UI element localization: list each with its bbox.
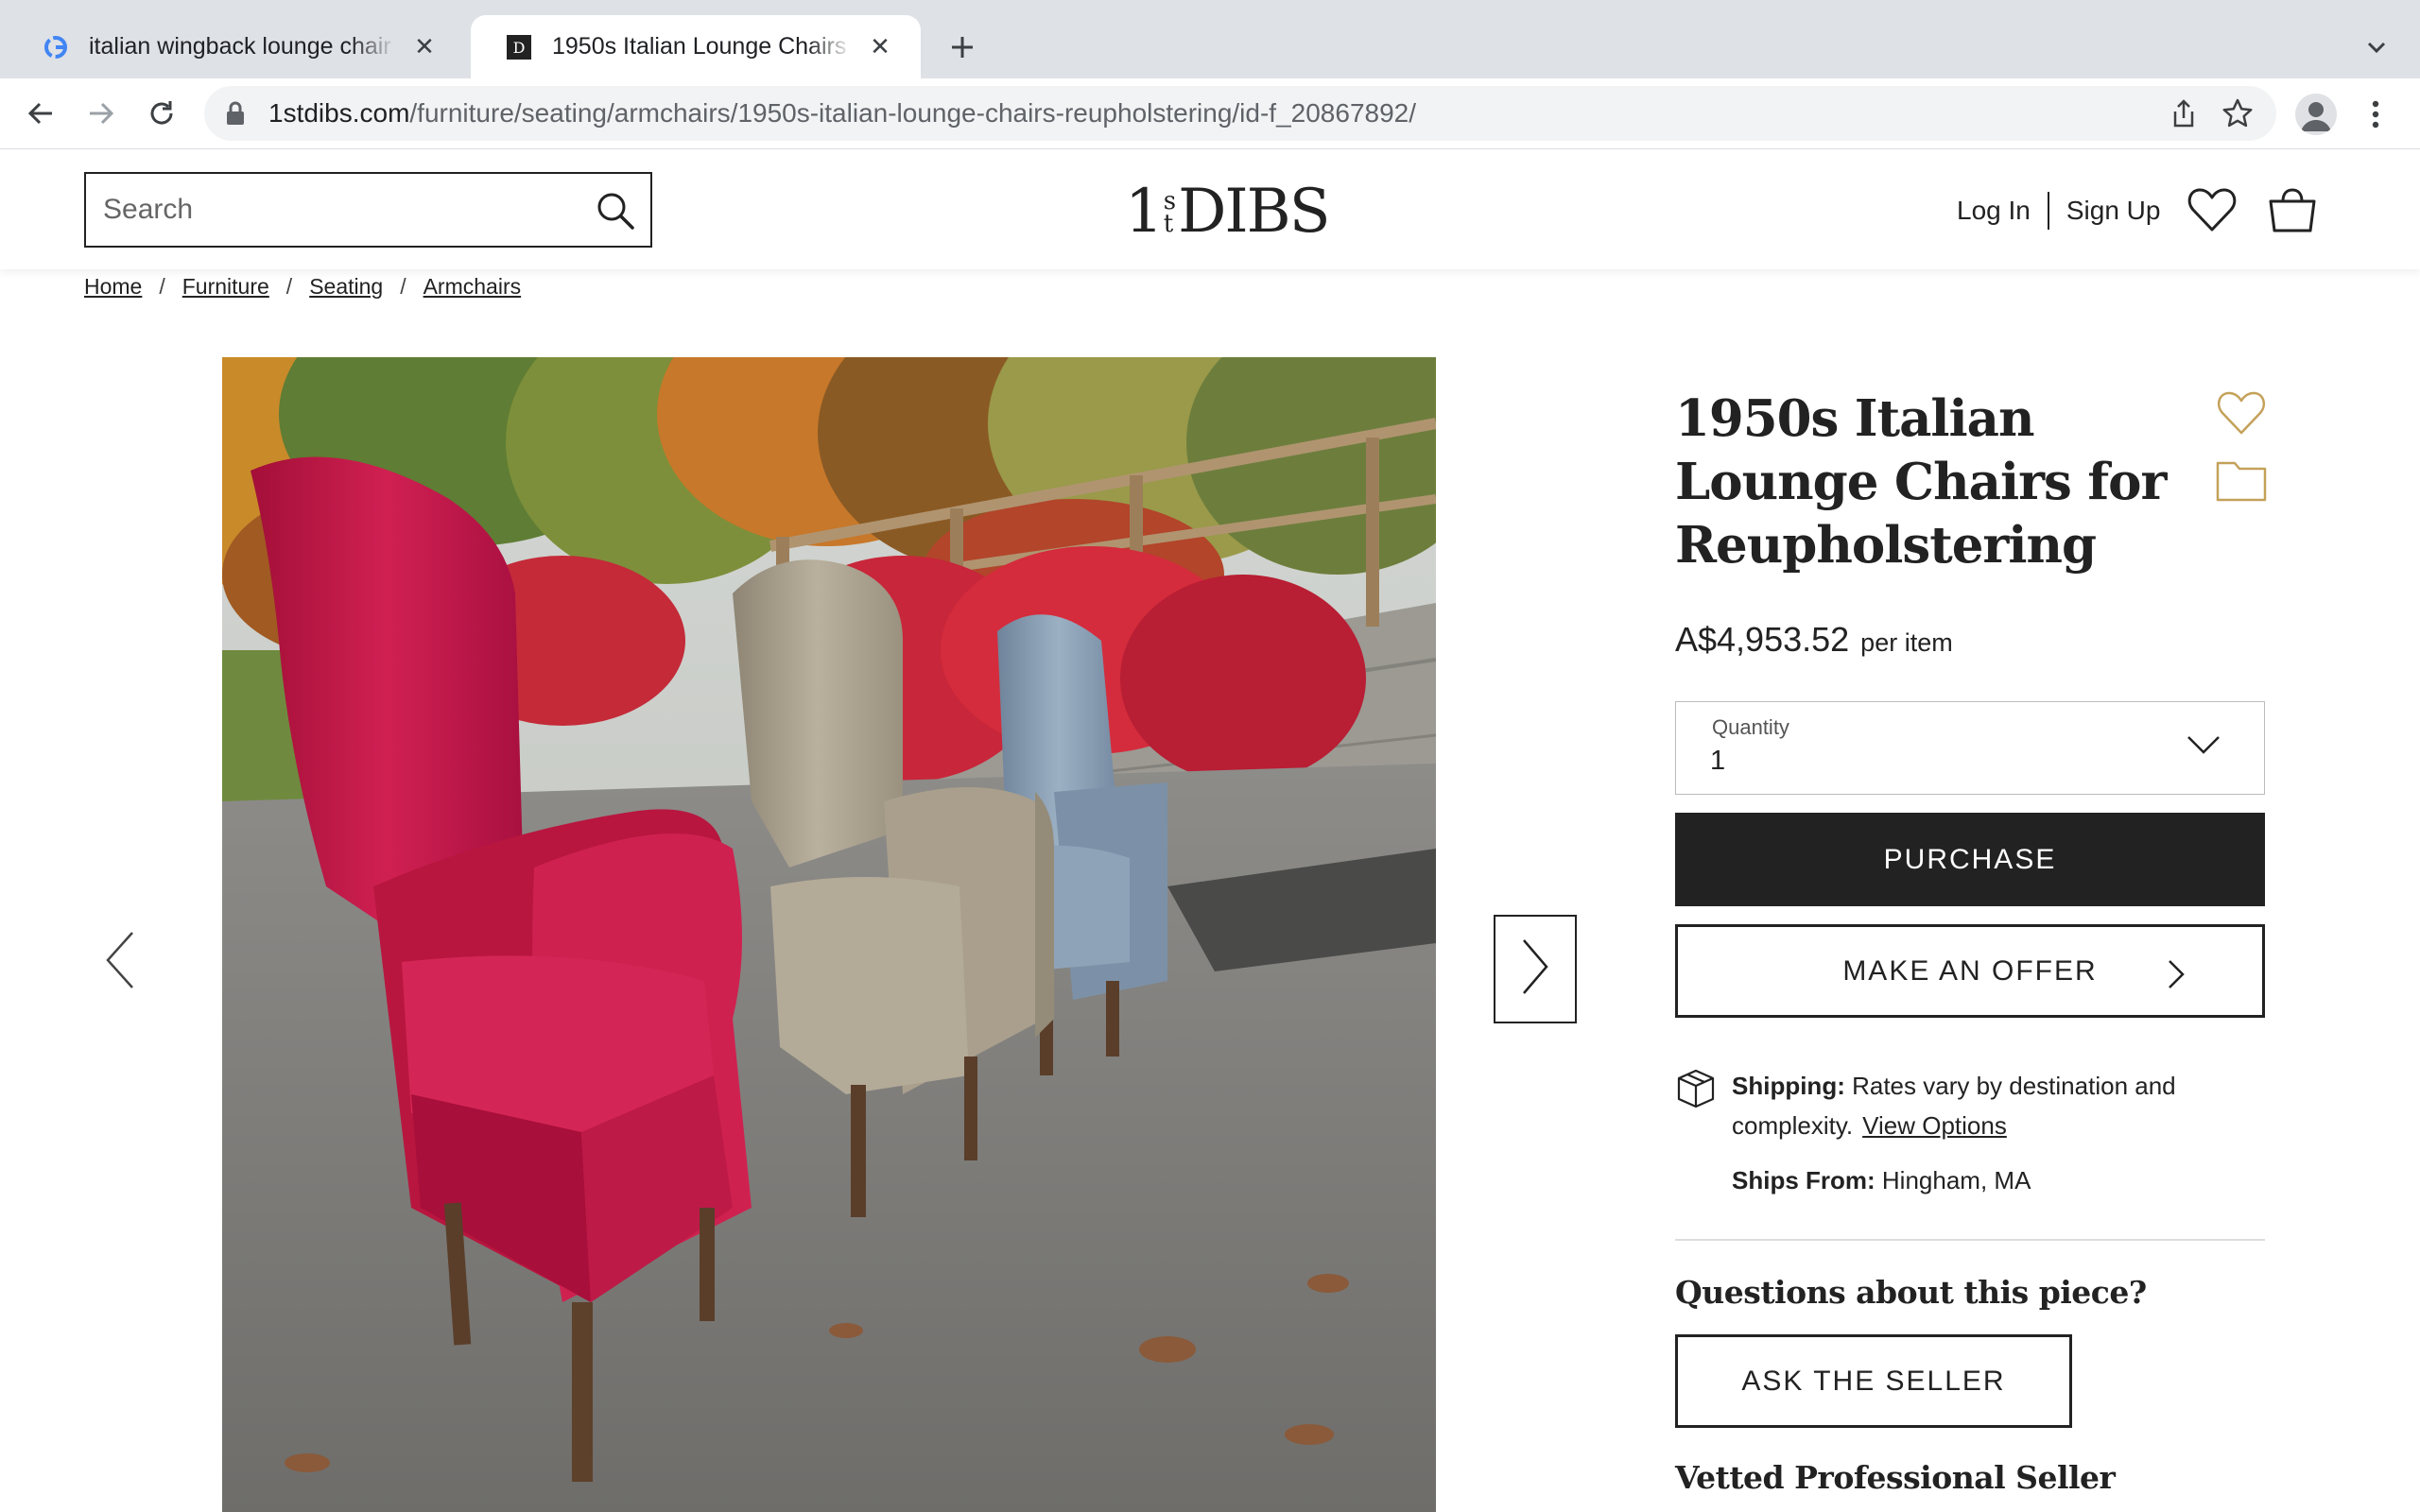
tab-title: 1950s Italian Lounge Chairs for Reuphols… bbox=[552, 33, 853, 60]
section-divider bbox=[1675, 1239, 2265, 1241]
chevron-down-icon bbox=[2187, 734, 2221, 760]
quantity-select[interactable]: Quantity 1 bbox=[1675, 701, 2265, 795]
product-title: 1950s Italian Lounge Chairs for Reuphols… bbox=[1675, 389, 2167, 575]
purchase-button[interactable]: PURCHASE bbox=[1675, 813, 2265, 906]
browser-tab-strip: italian wingback lounge chair - Google S… bbox=[0, 0, 2420, 78]
address-bar[interactable]: 1stdibs.com/furniture/seating/armchairs/… bbox=[204, 86, 2276, 141]
1stdibs-icon: D bbox=[505, 33, 533, 61]
bookmark-star-icon[interactable] bbox=[2221, 97, 2254, 134]
price: A$4,953.52 per item bbox=[1675, 620, 1953, 660]
breadcrumb-separator: / bbox=[400, 274, 406, 299]
profile-avatar-icon[interactable] bbox=[2295, 94, 2337, 135]
breadcrumb-separator: / bbox=[285, 274, 293, 299]
make-offer-button[interactable]: MAKE AN OFFER bbox=[1675, 924, 2265, 1018]
shipping-label: Shipping: bbox=[1732, 1072, 1845, 1100]
breadcrumb-furniture[interactable]: Furniture bbox=[182, 274, 269, 300]
product-image[interactable] bbox=[222, 357, 1436, 1512]
reload-icon[interactable] bbox=[140, 92, 183, 135]
shipping-info: Shipping: Rates vary by destination and … bbox=[1675, 1066, 2265, 1145]
favorites-heart-icon[interactable] bbox=[2187, 186, 2237, 238]
account-links: Log In Sign Up bbox=[1957, 192, 2160, 230]
browser-menu-icon[interactable] bbox=[2361, 94, 2390, 135]
next-image-button[interactable] bbox=[1494, 915, 1577, 1023]
vetted-seller-heading: Vetted Professional Seller bbox=[1675, 1459, 2116, 1496]
url-path: /furniture/seating/armchairs/1950s-itali… bbox=[409, 98, 1417, 128]
search-box bbox=[84, 172, 652, 248]
site-header: 1 s t DIBS Log In Sign Up bbox=[0, 150, 2420, 269]
search-input[interactable] bbox=[103, 187, 557, 232]
svg-text:D: D bbox=[513, 39, 526, 57]
shopping-bag-icon[interactable] bbox=[2267, 186, 2318, 238]
ask-seller-button[interactable]: ASK THE SELLER bbox=[1675, 1334, 2072, 1428]
breadcrumb-separator: / bbox=[159, 274, 165, 299]
quantity-label: Quantity bbox=[1712, 715, 1789, 739]
favorite-heart-icon[interactable] bbox=[2216, 389, 2267, 441]
1stdibs-logo[interactable]: 1 s t DIBS bbox=[1125, 175, 1331, 247]
ships-from-value: Hingham, MA bbox=[1881, 1166, 2031, 1194]
signup-link[interactable]: Sign Up bbox=[2066, 196, 2161, 226]
shipping-box-icon bbox=[1675, 1068, 1717, 1121]
close-tab-icon[interactable]: ✕ bbox=[866, 32, 894, 61]
make-offer-label: MAKE AN OFFER bbox=[1842, 954, 2098, 987]
view-options-link[interactable]: View Options bbox=[1862, 1111, 2007, 1140]
google-icon bbox=[42, 33, 70, 61]
ships-from: Ships From: Hingham, MA bbox=[1732, 1166, 2031, 1195]
breadcrumb-home[interactable]: Home bbox=[84, 274, 142, 300]
url-host: 1stdibs.com bbox=[268, 98, 410, 128]
share-icon[interactable] bbox=[2170, 98, 2197, 133]
logo-dibs: DIBS bbox=[1178, 177, 1330, 247]
breadcrumb-armchairs[interactable]: Armchairs bbox=[424, 274, 522, 300]
price-amount: A$4,953.52 bbox=[1675, 620, 1850, 659]
logo-one: 1 bbox=[1125, 177, 1164, 247]
chairs-photo bbox=[222, 357, 1436, 1512]
ships-from-label: Ships From: bbox=[1732, 1166, 1876, 1194]
logo-t: t bbox=[1163, 210, 1174, 238]
next-image-chevron-icon bbox=[1521, 938, 1549, 1000]
previous-image-chevron-icon[interactable] bbox=[104, 931, 136, 994]
chevron-right-icon bbox=[2168, 959, 2185, 997]
search-icon[interactable] bbox=[596, 191, 635, 235]
price-unit: per item bbox=[1860, 628, 1953, 657]
url-text: 1stdibs.com/furniture/seating/armchairs/… bbox=[268, 98, 1416, 129]
lock-icon[interactable] bbox=[225, 101, 246, 130]
new-tab-plus-icon[interactable] bbox=[942, 26, 983, 68]
breadcrumb-seating[interactable]: Seating bbox=[309, 274, 383, 300]
breadcrumb: Home / Furniture / Seating / Armchairs bbox=[84, 274, 521, 300]
tab-title: italian wingback lounge chair - Google S… bbox=[89, 33, 397, 60]
back-arrow-icon[interactable] bbox=[19, 92, 62, 135]
tab-google-search[interactable]: italian wingback lounge chair - Google S… bbox=[8, 15, 465, 78]
forward-arrow-icon[interactable] bbox=[79, 92, 123, 135]
tab-1stdibs-product[interactable]: D 1950s Italian Lounge Chairs for Reupho… bbox=[471, 15, 921, 78]
tab-search-chevron-icon[interactable] bbox=[2358, 28, 2395, 66]
login-link[interactable]: Log In bbox=[1957, 196, 2031, 226]
logo-st: s t bbox=[1163, 189, 1176, 238]
close-tab-icon[interactable]: ✕ bbox=[410, 32, 439, 61]
divider bbox=[2047, 192, 2049, 230]
quantity-value: 1 bbox=[1710, 746, 1726, 776]
questions-heading: Questions about this piece? bbox=[1675, 1274, 2147, 1311]
browser-toolbar: 1stdibs.com/furniture/seating/armchairs/… bbox=[0, 78, 2420, 149]
save-to-folder-icon[interactable] bbox=[2216, 457, 2267, 507]
